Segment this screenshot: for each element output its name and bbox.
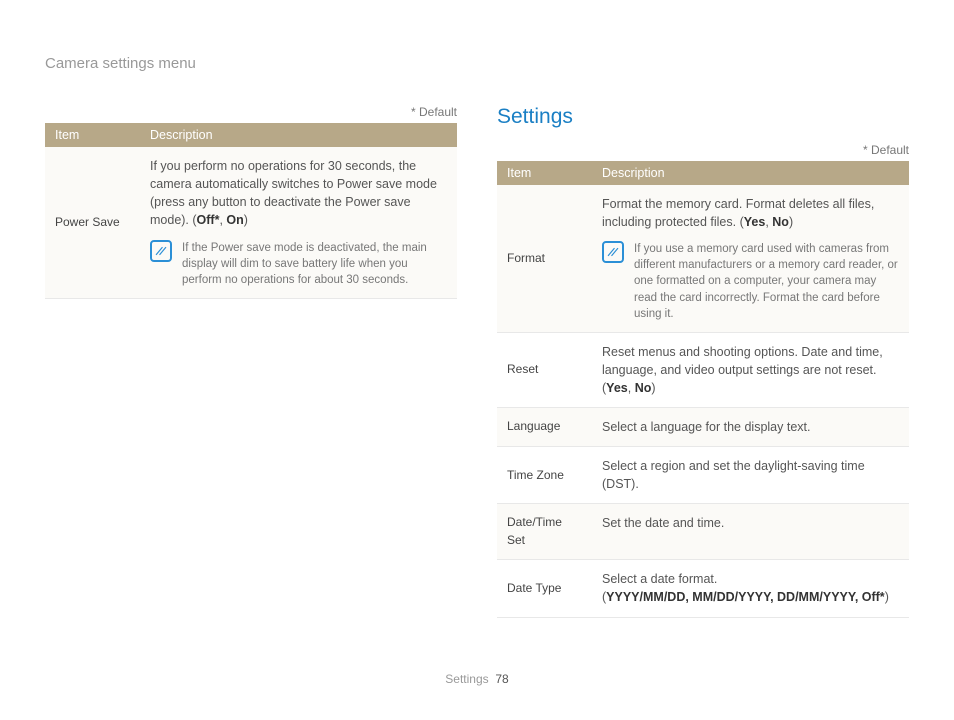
note-block: If the Power save mode is deactivated, t… bbox=[150, 240, 447, 288]
table-row: Date/Time Set Set the date and time. bbox=[497, 504, 909, 560]
option-on: On bbox=[226, 213, 243, 227]
table-row: Format Format the memory card. Format de… bbox=[497, 185, 909, 332]
col-header-description: Description bbox=[592, 161, 909, 185]
page-content: * Default Item Description Power Save If… bbox=[0, 0, 954, 618]
table-row: Language Select a language for the displ… bbox=[497, 408, 909, 447]
table-row: Time Zone Select a region and set the da… bbox=[497, 447, 909, 504]
left-column: * Default Item Description Power Save If… bbox=[45, 50, 457, 618]
col-header-item: Item bbox=[497, 161, 592, 185]
table-row: Reset Reset menus and shooting options. … bbox=[497, 332, 909, 407]
desc-format: Format the memory card. Format deletes a… bbox=[592, 185, 909, 332]
option-yes: Yes bbox=[606, 381, 628, 395]
item-date-type: Date Type bbox=[497, 560, 592, 617]
desc-close: ) bbox=[244, 213, 248, 227]
table-row: Power Save If you perform no operations … bbox=[45, 147, 457, 298]
note-icon bbox=[150, 240, 172, 262]
item-time-zone: Time Zone bbox=[497, 447, 592, 504]
note-block: If you use a memory card used with camer… bbox=[602, 241, 899, 321]
page-footer: Settings 78 bbox=[0, 672, 954, 686]
item-power-save: Power Save bbox=[45, 147, 140, 298]
item-format: Format bbox=[497, 185, 592, 332]
sep: , bbox=[628, 381, 635, 395]
item-date-time-set: Date/Time Set bbox=[497, 504, 592, 560]
footer-section: Settings bbox=[445, 672, 488, 686]
desc-power-save: If you perform no operations for 30 seco… bbox=[140, 147, 457, 298]
desc-line1: Select a date format. bbox=[602, 572, 717, 586]
default-note-left: * Default bbox=[45, 105, 457, 119]
left-settings-table: Item Description Power Save If you perfo… bbox=[45, 123, 457, 299]
section-title-settings: Settings bbox=[497, 105, 909, 129]
note-icon bbox=[602, 241, 624, 263]
right-column: Settings * Default Item Description Form… bbox=[497, 50, 909, 618]
table-header-row: Item Description bbox=[497, 161, 909, 185]
opts-close: ) bbox=[885, 590, 889, 604]
desc-close: ) bbox=[789, 215, 793, 229]
desc-text: Format the memory card. Format deletes a… bbox=[602, 197, 874, 229]
option-off: Off* bbox=[197, 213, 220, 227]
right-settings-table: Item Description Format Format the memor… bbox=[497, 161, 909, 618]
breadcrumb: Camera settings menu bbox=[45, 55, 196, 72]
col-header-item: Item bbox=[45, 123, 140, 147]
note-text: If you use a memory card used with camer… bbox=[634, 241, 899, 321]
note-text: If the Power save mode is deactivated, t… bbox=[182, 240, 447, 288]
item-language: Language bbox=[497, 408, 592, 447]
item-reset: Reset bbox=[497, 332, 592, 407]
desc-date-type: Select a date format. (YYYY/MM/DD, MM/DD… bbox=[592, 560, 909, 617]
date-type-options: YYYY/MM/DD, MM/DD/YYYY, DD/MM/YYYY, Off* bbox=[606, 590, 885, 604]
desc-language: Select a language for the display text. bbox=[592, 408, 909, 447]
desc-reset: Reset menus and shooting options. Date a… bbox=[592, 332, 909, 407]
table-row: Date Type Select a date format. (YYYY/MM… bbox=[497, 560, 909, 617]
desc-close: ) bbox=[651, 381, 655, 395]
col-header-description: Description bbox=[140, 123, 457, 147]
default-note-right: * Default bbox=[497, 143, 909, 157]
desc-text: If you perform no operations for 30 seco… bbox=[150, 159, 437, 227]
option-yes: Yes bbox=[744, 215, 766, 229]
desc-time-zone: Select a region and set the daylight-sav… bbox=[592, 447, 909, 504]
option-no: No bbox=[772, 215, 789, 229]
desc-date-time-set: Set the date and time. bbox=[592, 504, 909, 560]
option-no: No bbox=[635, 381, 652, 395]
page-number: 78 bbox=[495, 672, 508, 686]
table-header-row: Item Description bbox=[45, 123, 457, 147]
